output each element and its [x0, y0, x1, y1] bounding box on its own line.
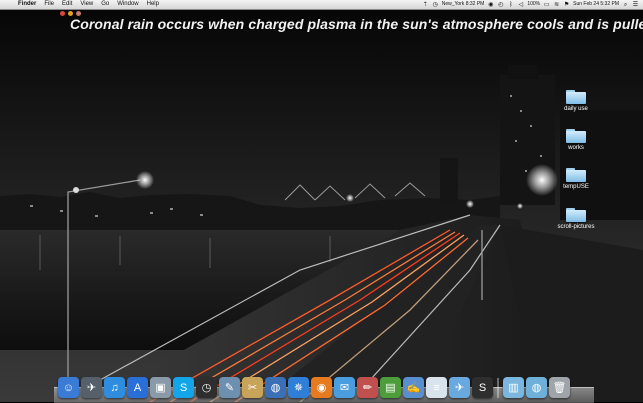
dashboard-icon[interactable]: ◷ — [196, 377, 217, 398]
folder-icon — [566, 129, 586, 143]
desktop-wallpaper — [0, 0, 643, 402]
folder-scroll-pictures[interactable]: scroll-pictures — [556, 208, 596, 231]
time-machine-icon[interactable]: ◴ — [497, 2, 504, 8]
world-clock-text[interactable]: New_York 8:32 PM — [442, 0, 485, 9]
volume-icon[interactable]: ◁ — [517, 2, 524, 8]
upload-icon[interactable]: ⇡ — [422, 2, 429, 8]
folder-label: tempUSE — [563, 184, 589, 190]
close-dot-icon[interactable] — [60, 11, 65, 16]
folder-works[interactable]: works — [556, 129, 596, 152]
dock: ☺ ✈ ♫ A ▣ S ◷ ✎ ✂ ◍ ✵ ◉ ✉ ✏ ▤ ✍ ≡ ✈ S ▥ ◍ 🗑 — [58, 372, 590, 398]
wifi-icon[interactable]: ≋ — [553, 2, 560, 8]
launchpad-icon[interactable]: ✈ — [81, 377, 102, 398]
downloads-stack-icon[interactable]: ◍ — [526, 377, 547, 398]
firefox-icon[interactable]: ◉ — [311, 377, 332, 398]
battery-icon[interactable]: ▭ — [543, 2, 550, 8]
system-prefs-icon[interactable]: S — [472, 377, 493, 398]
skype-icon[interactable]: S — [173, 377, 194, 398]
flag-icon[interactable]: ⚑ — [563, 2, 570, 8]
folder-icon — [566, 168, 586, 182]
bluetooth-icon[interactable]: ᛒ — [507, 2, 514, 8]
pencil-app-icon[interactable]: ✏ — [357, 377, 378, 398]
app-store-icon[interactable]: A — [127, 377, 148, 398]
notification-center-icon[interactable]: ☰ — [632, 2, 639, 8]
folder-icon — [566, 90, 586, 104]
folder-label: works — [568, 145, 584, 151]
google-earth-icon[interactable]: ◍ — [265, 377, 286, 398]
itunes-icon[interactable]: ♫ — [104, 377, 125, 398]
dock-separator — [497, 378, 499, 398]
menu-extras: ⇡ ◷ New_York 8:32 PM ◉ ◴ ᛒ ◁ 100% ▭ ≋ ⚑ … — [422, 0, 643, 9]
spotlight-icon[interactable]: ⌕ — [622, 2, 629, 8]
trash-icon[interactable]: 🗑 — [549, 377, 570, 398]
numbers-icon[interactable]: ▤ — [380, 377, 401, 398]
menu-file[interactable]: File — [40, 0, 58, 9]
folder-label: daily use — [564, 106, 588, 112]
folder-tempuse[interactable]: tempUSE — [556, 168, 596, 191]
pages-icon[interactable]: ✍ — [403, 377, 424, 398]
folder-label: scroll-pictures — [557, 224, 595, 230]
folder-icon — [566, 208, 586, 222]
finder-icon[interactable]: ☺ — [58, 377, 79, 398]
world-clock-icon[interactable]: ◷ — [432, 2, 439, 8]
menu-window[interactable]: Window — [113, 0, 142, 9]
safari-icon[interactable]: ✵ — [288, 377, 309, 398]
headline-text: Coronal rain occurs when charged plasma … — [70, 16, 643, 32]
menu-app-finder[interactable]: Finder — [14, 0, 40, 9]
eye-icon[interactable]: ◉ — [487, 2, 494, 8]
menu-bar: Finder File Edit View Go Window Help ⇡ ◷… — [0, 0, 643, 10]
messages-icon[interactable]: ✉ — [334, 377, 355, 398]
photo-tools-icon[interactable]: ✂ — [242, 377, 263, 398]
menu-edit[interactable]: Edit — [58, 0, 76, 9]
textedit-icon[interactable]: ≡ — [426, 377, 447, 398]
preview-icon[interactable]: ▣ — [150, 377, 171, 398]
menu-view[interactable]: View — [76, 0, 97, 9]
mail-icon[interactable]: ✈ — [449, 377, 470, 398]
preview-photo-icon[interactable]: ✎ — [219, 377, 240, 398]
menubar-clock[interactable]: Sun Feb 24 5:32 PM — [573, 0, 619, 9]
menu-go[interactable]: Go — [97, 0, 113, 9]
menu-help[interactable]: Help — [143, 0, 163, 9]
folder-daily-use[interactable]: daily use — [556, 90, 596, 113]
documents-stack-icon[interactable]: ▥ — [503, 377, 524, 398]
battery-text[interactable]: 100% — [527, 0, 540, 9]
